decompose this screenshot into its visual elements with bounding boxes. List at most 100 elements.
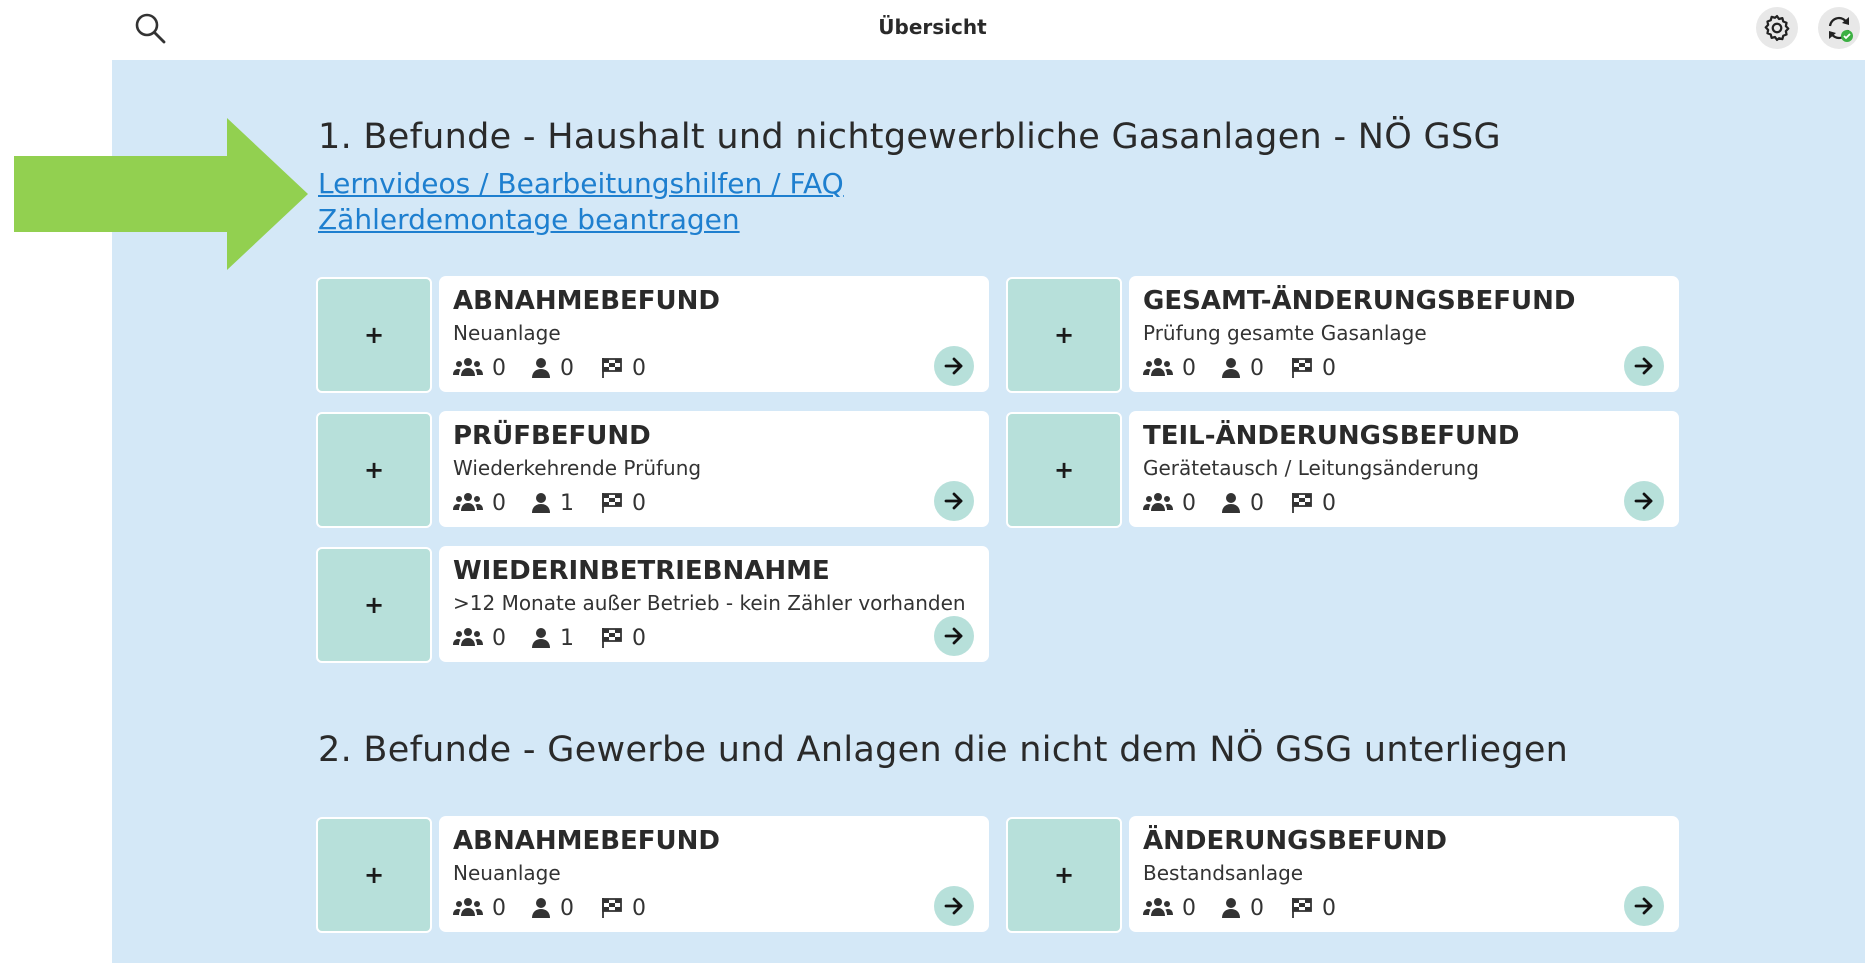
flag-count: 0 (632, 895, 646, 921)
checkered-flag-icon (602, 358, 622, 378)
checkered-flag-icon (1292, 493, 1312, 513)
stat-person: 1 (531, 490, 574, 516)
group-count: 0 (1182, 355, 1196, 381)
person-count: 0 (1250, 355, 1264, 381)
add-abnahmebefund-gewerbe-button[interactable]: + (316, 817, 432, 933)
stat-flag: 0 (1291, 490, 1336, 516)
group-icon (1143, 358, 1173, 376)
search-button[interactable] (132, 10, 168, 46)
flag-count: 0 (632, 490, 646, 516)
group-icon (453, 493, 483, 511)
stat-flag: 0 (601, 895, 646, 921)
card-subtitle: >12 Monate außer Betrieb - kein Zähler v… (453, 591, 966, 615)
card-title: PRÜFBEFUND (453, 421, 651, 451)
card-teil-aenderungsbefund[interactable]: TEIL-ÄNDERUNGSBEFUND Gerätetausch / Leit… (1129, 411, 1679, 527)
stat-person: 0 (531, 355, 574, 381)
card-pruefbefund[interactable]: PRÜFBEFUND Wiederkehrende Prüfung 0 1 0 (439, 411, 989, 527)
card-title: WIEDERINBETRIEBNAHME (453, 556, 830, 586)
card-subtitle: Prüfung gesamte Gasanlage (1143, 321, 1427, 345)
person-icon (532, 898, 550, 918)
person-icon (1222, 898, 1240, 918)
add-abnahmebefund-button[interactable]: + (316, 277, 432, 393)
stat-flag: 0 (601, 490, 646, 516)
card-aenderungsbefund[interactable]: ÄNDERUNGSBEFUND Bestandsanlage 0 0 0 (1129, 816, 1679, 932)
card-subtitle: Gerätetausch / Leitungsänderung (1143, 456, 1479, 480)
stat-person: 0 (531, 895, 574, 921)
flag-count: 0 (632, 355, 646, 381)
open-button[interactable] (934, 346, 974, 386)
stat-flag: 0 (1291, 895, 1336, 921)
add-pruefbefund-button[interactable]: + (316, 412, 432, 528)
person-count: 1 (560, 490, 574, 516)
group-count: 0 (492, 625, 506, 651)
group-count: 0 (492, 355, 506, 381)
card-title: ÄNDERUNGSBEFUND (1143, 826, 1447, 856)
stat-flag: 0 (1291, 355, 1336, 381)
sync-icon (1828, 16, 1853, 42)
stat-person: 1 (531, 625, 574, 651)
arrow-right-icon (944, 627, 963, 645)
card-title: ABNAHMEBEFUND (453, 826, 721, 856)
flag-count: 0 (1322, 355, 1336, 381)
arrow-right-icon (1634, 492, 1653, 510)
arrow-right-icon (944, 492, 963, 510)
add-teil-aenderungsbefund-button[interactable]: + (1006, 412, 1122, 528)
person-count: 0 (1250, 895, 1264, 921)
arrow-right-icon (1634, 357, 1653, 375)
arrow-right-icon (944, 357, 963, 375)
card-subtitle: Wiederkehrende Prüfung (453, 456, 702, 480)
meter-removal-link[interactable]: Zählerdemontage beantragen (318, 203, 740, 236)
group-icon (1143, 493, 1173, 511)
stat-person: 0 (1221, 355, 1264, 381)
stat-flag: 0 (601, 625, 646, 651)
add-gesamt-aenderungsbefund-button[interactable]: + (1006, 277, 1122, 393)
group-count: 0 (1182, 895, 1196, 921)
checkered-flag-icon (602, 628, 622, 648)
card-abnahmebefund-gewerbe[interactable]: ABNAHMEBEFUND Neuanlage 0 0 0 (439, 816, 989, 932)
card-subtitle: Neuanlage (453, 861, 561, 885)
stat-group: 0 (453, 355, 506, 381)
stat-group: 0 (453, 895, 506, 921)
add-aenderungsbefund-button[interactable]: + (1006, 817, 1122, 933)
section-2-title: 2. Befunde - Gewerbe und Anlagen die nic… (318, 730, 1569, 770)
open-button[interactable] (1624, 886, 1664, 926)
group-icon (1143, 898, 1173, 916)
flag-count: 0 (1322, 895, 1336, 921)
checkered-flag-icon (602, 493, 622, 513)
open-button[interactable] (934, 616, 974, 656)
search-icon (135, 13, 166, 44)
person-icon (532, 493, 550, 513)
open-button[interactable] (934, 886, 974, 926)
sync-button[interactable] (1818, 7, 1860, 49)
card-wiederinbetriebnahme[interactable]: WIEDERINBETRIEBNAHME >12 Monate außer Be… (439, 546, 989, 662)
card-abnahmebefund[interactable]: ABNAHMEBEFUND Neuanlage 0 0 0 (439, 276, 989, 392)
open-button[interactable] (934, 481, 974, 521)
group-icon (453, 628, 483, 646)
card-title: TEIL-ÄNDERUNGSBEFUND (1143, 421, 1520, 451)
add-wiederinbetriebnahme-button[interactable]: + (316, 547, 432, 663)
stat-group: 0 (453, 625, 506, 651)
person-icon (532, 628, 550, 648)
card-gesamt-aenderungsbefund[interactable]: GESAMT-ÄNDERUNGSBEFUND Prüfung gesamte G… (1129, 276, 1679, 392)
group-icon (453, 358, 483, 376)
person-count: 1 (560, 625, 574, 651)
top-bar: Übersicht (0, 0, 1865, 60)
checkered-flag-icon (1292, 358, 1312, 378)
group-count: 0 (1182, 490, 1196, 516)
learning-videos-link[interactable]: Lernvideos / Bearbeitungshilfen / FAQ (318, 167, 844, 200)
section-1-title: 1. Befunde - Haushalt und nichtgewerblic… (318, 117, 1501, 157)
card-title: ABNAHMEBEFUND (453, 286, 721, 316)
page-title: Übersicht (878, 15, 987, 39)
card-title: GESAMT-ÄNDERUNGSBEFUND (1143, 286, 1576, 316)
person-count: 0 (1250, 490, 1264, 516)
person-count: 0 (560, 355, 574, 381)
stat-flag: 0 (601, 355, 646, 381)
open-button[interactable] (1624, 346, 1664, 386)
open-button[interactable] (1624, 481, 1664, 521)
arrow-right-icon (1634, 897, 1653, 915)
person-icon (1222, 358, 1240, 378)
checkered-flag-icon (602, 898, 622, 918)
group-count: 0 (492, 895, 506, 921)
group-icon (453, 898, 483, 916)
settings-button[interactable] (1756, 7, 1798, 49)
